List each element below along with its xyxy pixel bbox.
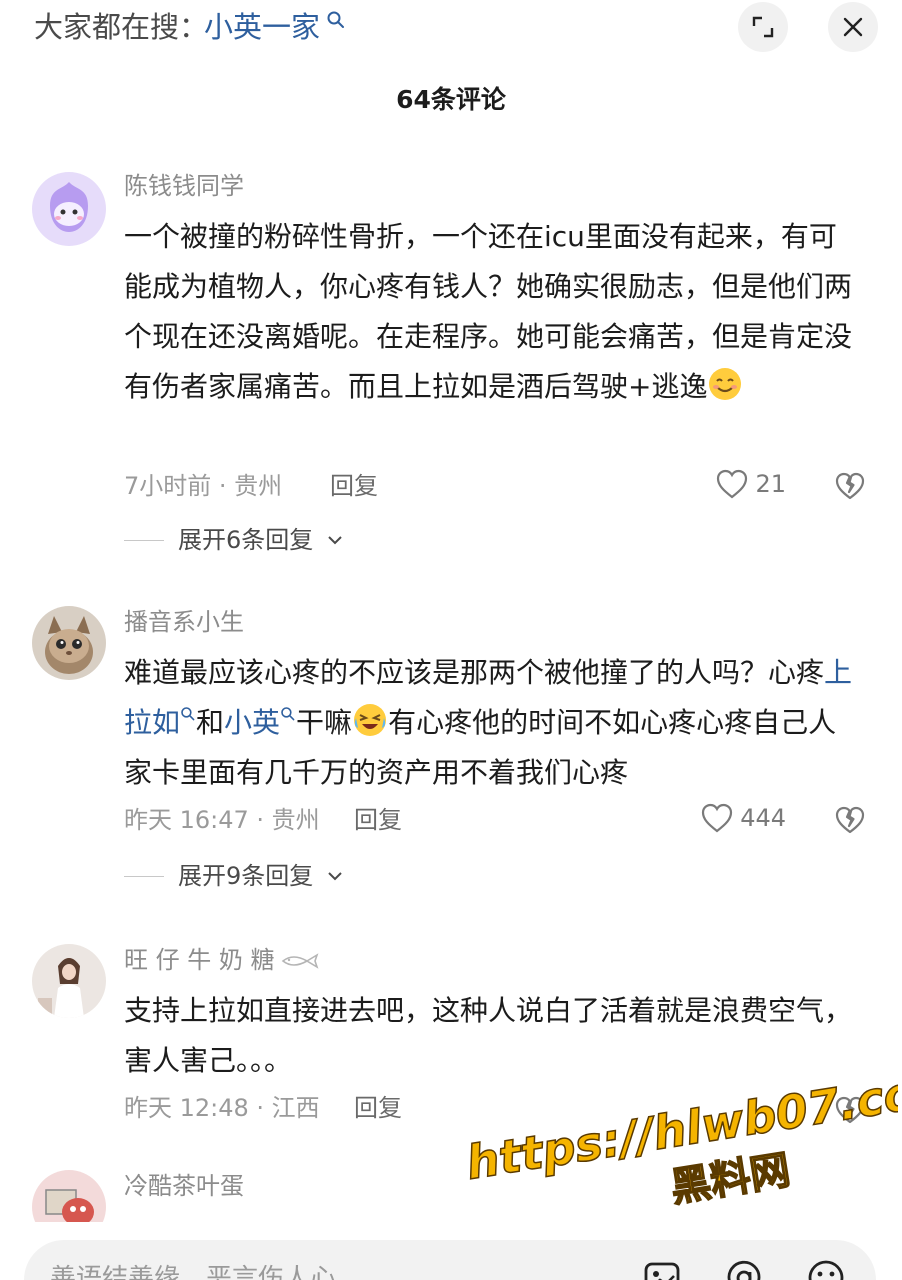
comment-input[interactable]: 善语结善缘，恶言伤人心 <box>24 1240 876 1280</box>
comment-username[interactable]: 陈钱钱同学 <box>124 170 244 202</box>
expand-replies-label: 展开9条回复 <box>178 862 314 890</box>
chevron-down-icon <box>328 872 342 881</box>
search-suggestion-link[interactable]: 小英一家 <box>204 10 320 44</box>
crying-laugh-emoji-icon <box>354 704 387 736</box>
emoji-icon[interactable] <box>806 1258 846 1280</box>
fullscreen-icon <box>752 16 774 38</box>
search-icon <box>181 707 195 721</box>
comment-input-placeholder: 善语结善缘，恶言伤人心 <box>50 1264 337 1280</box>
search-icon <box>281 707 295 721</box>
comment-count-title: 64条评论 <box>396 85 506 114</box>
comment-username[interactable]: 播音系小生 <box>124 606 244 638</box>
comment-time-location: 昨天 12:48 · 江西 <box>124 1094 320 1122</box>
comment-text: 难道最应该心疼的不应该是那两个被他撞了的人吗？心疼上拉如 和小英 干嘛 有心疼他的时间… <box>124 648 864 798</box>
heart-icon <box>717 469 748 499</box>
comment-username-text: 旺 仔 牛 奶 糖 <box>124 946 275 974</box>
close-button[interactable] <box>828 2 878 52</box>
avatar-image <box>32 944 106 1018</box>
expand-replies-button[interactable]: 展开6条回复 <box>124 524 343 556</box>
like-count: 21 <box>755 470 786 498</box>
divider <box>124 875 164 877</box>
reply-button[interactable]: 回复 <box>354 804 402 836</box>
like-button[interactable]: 444 <box>700 802 786 834</box>
close-icon <box>843 17 863 37</box>
search-link[interactable]: 小英 <box>224 706 280 739</box>
comment-username[interactable]: 冷酷茶叶蛋 <box>124 1170 244 1202</box>
avatar[interactable] <box>32 172 106 246</box>
comment-text-content: 难道最应该心疼的不应该是那两个被他撞了的人吗？心疼 <box>124 656 825 689</box>
comment-text-content: 干嘛 <box>296 706 353 739</box>
like-count: 444 <box>740 804 786 832</box>
image-icon[interactable] <box>642 1258 682 1280</box>
comment-time-location: 昨天 16:47 · 贵州 <box>124 806 320 834</box>
mention-icon[interactable] <box>724 1258 764 1280</box>
reply-button[interactable]: 回复 <box>354 1092 402 1124</box>
comment-time-location: 7小时前 · 贵州 <box>124 472 283 500</box>
expand-replies-label: 展开6条回复 <box>178 526 314 554</box>
avatar-image <box>32 606 106 680</box>
avatar-image <box>32 172 106 246</box>
fish-badge-icon <box>281 953 318 969</box>
reply-button[interactable]: 回复 <box>330 470 378 502</box>
like-button[interactable]: 21 <box>715 468 786 500</box>
search-prefix: 大家都在搜： <box>34 10 209 44</box>
chevron-down-icon <box>328 536 342 545</box>
expand-replies-button[interactable]: 展开9条回复 <box>124 860 343 892</box>
avatar[interactable] <box>32 606 106 680</box>
broken-heart-icon[interactable] <box>834 804 866 836</box>
heart-icon <box>702 803 733 833</box>
comment-username[interactable]: 旺 仔 牛 奶 糖 <box>124 944 319 976</box>
watermark: https://hlwb07.com 黑料网 <box>462 1072 898 1212</box>
fullscreen-button[interactable] <box>738 2 788 52</box>
top-search-bar: 大家都在搜： 小英一家 <box>0 0 902 56</box>
avatar[interactable] <box>32 944 106 1018</box>
comment-text: 支持上拉如直接进去吧，这种人说白了活着就是浪费空气，害人害己。。。 <box>124 994 853 1077</box>
divider <box>124 539 164 541</box>
search-icon <box>327 11 344 28</box>
comment-text: 一个被撞的粉碎性骨折，一个还在icu里面没有起来，有可能成为植物人，你心疼有钱人… <box>124 212 864 412</box>
comment-text-content: 和 <box>196 706 225 739</box>
watermark-name: 黑料网 <box>668 1147 794 1211</box>
smile-emoji-icon <box>709 368 742 400</box>
broken-heart-icon[interactable] <box>834 470 866 502</box>
